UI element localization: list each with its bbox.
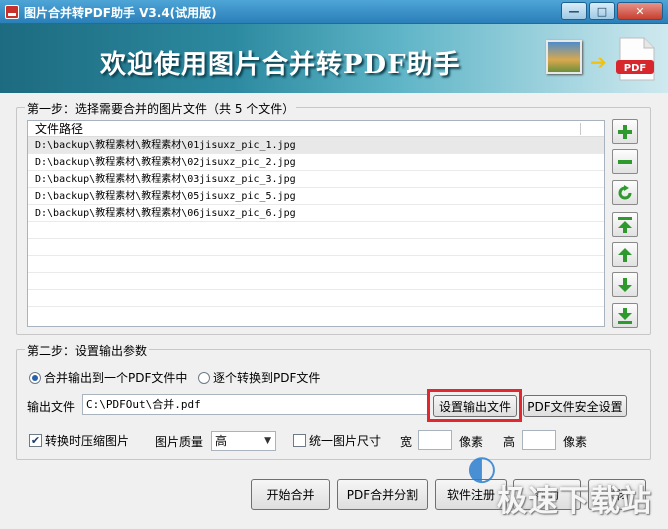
radio-each-label: 逐个转换到PDF文件 xyxy=(213,371,321,385)
move-up-icon xyxy=(618,247,632,262)
maximize-button[interactable]: □ xyxy=(589,2,615,20)
empty-row xyxy=(28,256,604,273)
remove-icon xyxy=(618,159,632,164)
window-title: 图片合并转PDF助手 V3.4(试用版) xyxy=(24,6,217,20)
file-list[interactable]: 文件路径 D:\backup\教程素材\教程素材\01jisuxz_pic_1.… xyxy=(27,120,605,327)
unify-size-check[interactable] xyxy=(293,434,306,447)
image-icon xyxy=(546,40,582,74)
empty-row xyxy=(28,290,604,307)
quality-value: 高 xyxy=(215,434,228,448)
height-label: 高 xyxy=(503,435,516,449)
banner: 欢迎使用图片合并转PDF助手 ➔ PDF xyxy=(0,24,668,93)
list-item[interactable]: D:\backup\教程素材\教程素材\02jisuxz_pic_2.jpg xyxy=(28,154,604,171)
pdf-security-button[interactable]: PDF文件安全设置 xyxy=(523,395,627,417)
move-top-icon xyxy=(618,216,632,233)
quality-select[interactable]: 高 ▼ xyxy=(211,431,276,451)
set-output-file-button[interactable]: 设置输出文件 xyxy=(433,395,517,417)
move-down-button[interactable] xyxy=(612,272,638,297)
chevron-down-icon: ▼ xyxy=(264,436,271,446)
empty-row xyxy=(28,222,604,239)
move-bottom-button[interactable] xyxy=(612,303,638,328)
pdf-badge-text: PDF xyxy=(624,63,646,74)
width-label: 宽 xyxy=(400,435,413,449)
list-item[interactable]: D:\backup\教程素材\教程素材\01jisuxz_pic_1.jpg xyxy=(28,137,604,154)
unify-size-checkbox[interactable]: 统一图片尺寸 xyxy=(293,432,381,449)
empty-row xyxy=(28,239,604,256)
minimize-button[interactable]: — xyxy=(561,2,587,20)
compress-check-icon[interactable]: ✔ xyxy=(29,434,42,447)
clear-list-button[interactable] xyxy=(612,180,638,205)
radio-merge[interactable]: 合并输出到一个PDF文件中 xyxy=(29,369,187,386)
list-header: 文件路径 xyxy=(28,121,604,137)
start-merge-button[interactable]: 开始合并 xyxy=(251,479,330,510)
refresh-icon xyxy=(618,184,632,199)
watermark: 极速下载站 xyxy=(497,484,652,519)
step2-legend: 第二步：设置输出参数 xyxy=(25,342,150,359)
app-icon xyxy=(5,5,19,19)
radio-merge-label: 合并输出到一个PDF文件中 xyxy=(44,371,188,385)
output-file-input[interactable]: C:\PDFOut\合并.pdf xyxy=(82,394,428,415)
width-input[interactable] xyxy=(418,430,452,450)
move-up-button[interactable] xyxy=(612,242,638,267)
output-file-label: 输出文件 xyxy=(27,400,76,414)
height-unit-label: 像素 xyxy=(563,435,588,449)
quality-label: 图片质量 xyxy=(155,435,204,449)
column-separator xyxy=(580,123,581,135)
column-header-path: 文件路径 xyxy=(35,122,84,136)
compress-label: 转换时压缩图片 xyxy=(45,434,130,448)
add-file-button[interactable] xyxy=(612,119,638,144)
list-item[interactable]: D:\backup\教程素材\教程素材\03jisuxz_pic_3.jpg xyxy=(28,171,604,188)
empty-row xyxy=(28,273,604,290)
banner-title: 欢迎使用图片合并转PDF助手 xyxy=(100,50,461,80)
remove-file-button[interactable] xyxy=(612,149,638,174)
radio-each-dot[interactable] xyxy=(198,371,210,384)
step1-legend: 第一步：选择需要合并的图片文件（共 5 个文件） xyxy=(25,100,297,117)
move-bottom-icon xyxy=(618,307,632,324)
unify-size-label: 统一图片尺寸 xyxy=(309,434,382,448)
list-item[interactable]: D:\backup\教程素材\教程素材\05jisuxz_pic_5.jpg xyxy=(28,188,604,205)
radio-each[interactable]: 逐个转换到PDF文件 xyxy=(198,369,320,386)
move-down-icon xyxy=(618,277,632,292)
list-item[interactable]: D:\backup\教程素材\教程素材\06jisuxz_pic_6.jpg xyxy=(28,205,604,222)
pdf-icon: PDF xyxy=(616,37,655,81)
arrow-right-icon: ➔ xyxy=(590,50,607,74)
close-window-button[interactable]: ✕ xyxy=(617,2,663,20)
height-input[interactable] xyxy=(522,430,556,450)
move-top-button[interactable] xyxy=(612,212,638,237)
add-icon xyxy=(618,124,632,139)
pdf-split-button[interactable]: PDF合并分割 xyxy=(337,479,428,510)
radio-merge-dot[interactable] xyxy=(29,371,41,384)
title-bar: 图片合并转PDF助手 V3.4(试用版) — □ ✕ xyxy=(0,0,668,24)
compress-checkbox[interactable]: ✔ 转换时压缩图片 xyxy=(29,432,129,449)
